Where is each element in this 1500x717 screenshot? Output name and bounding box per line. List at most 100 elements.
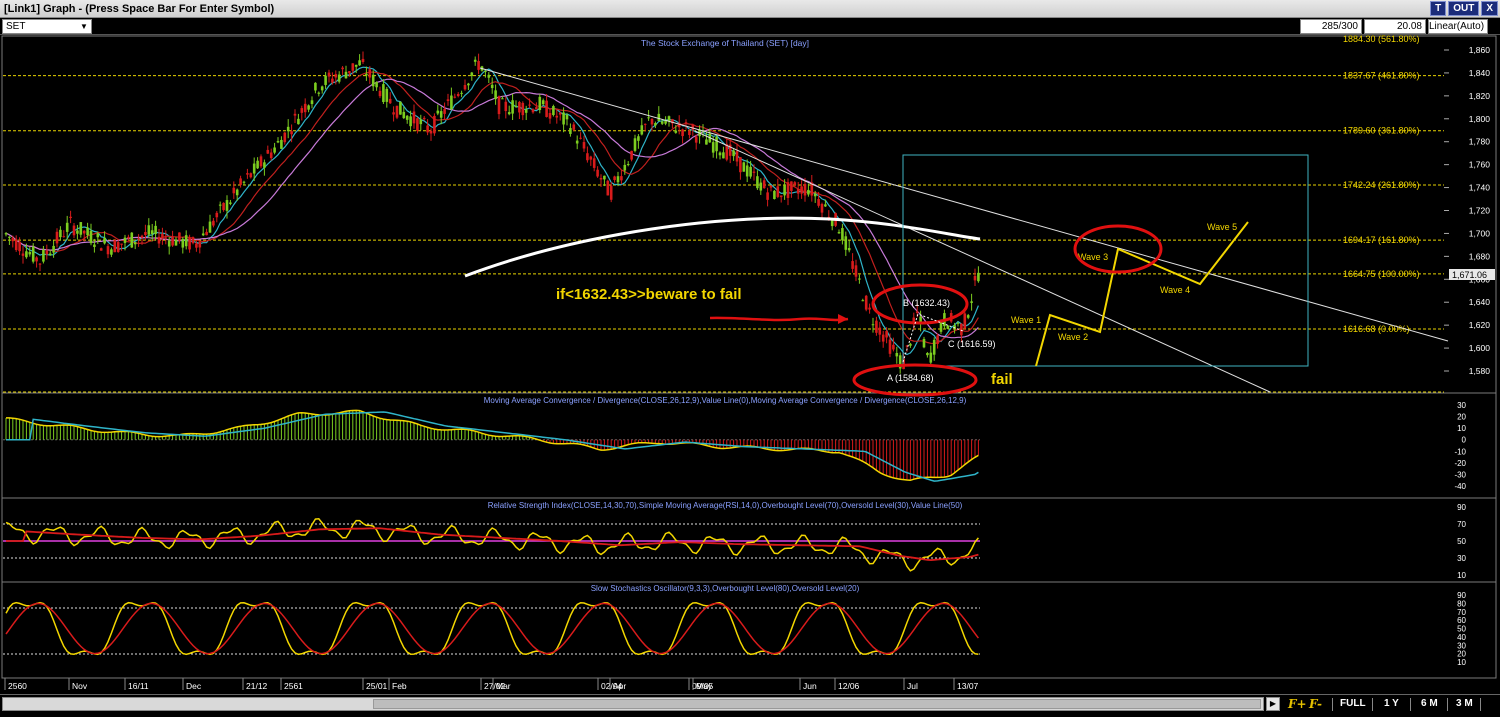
candle-body [521, 102, 525, 116]
last-price-value: 1,671.06 [1452, 270, 1487, 280]
main-y-tick-label: 1,680 [1469, 251, 1491, 261]
candle-body [310, 100, 314, 104]
candle-body [541, 100, 545, 105]
fib-label: 1837.67 (461.80%) [1343, 71, 1420, 81]
candle-body [759, 182, 763, 191]
candle-body [399, 101, 402, 115]
candle-body [218, 204, 222, 206]
candle-body [609, 185, 613, 200]
candle-body [824, 204, 827, 207]
rsi-y-tick-label: 30 [1457, 554, 1466, 563]
window-title: [Link1] Graph - (Press Space Bar For Ent… [4, 3, 275, 15]
scroll-right-icon[interactable]: ▶ [1266, 697, 1280, 711]
candle-body [388, 98, 392, 104]
candle-body [793, 182, 797, 186]
symbol-value: SET [6, 21, 26, 32]
point-c-label: C (1616.59) [948, 339, 996, 349]
main-y-tick-label: 1,840 [1469, 68, 1491, 78]
candle-body [732, 150, 735, 157]
range-3m-button[interactable]: 3 M [1456, 698, 1473, 712]
candle-body [290, 131, 293, 135]
zoom-out-button[interactable]: F- [1309, 697, 1322, 712]
candle-body [116, 242, 120, 252]
x-axis-label: 16/11 [128, 681, 149, 691]
candle-body [11, 237, 15, 242]
candle-body [841, 228, 844, 241]
range-full-button[interactable]: FULL [1340, 698, 1366, 712]
macd-y-tick-label: 30 [1457, 401, 1466, 410]
candle-body [140, 235, 144, 238]
candle-body [606, 180, 610, 196]
candle-body [76, 230, 79, 234]
candle-body [766, 192, 769, 200]
candle-body [317, 92, 321, 94]
horizontal-scrollbar[interactable] [2, 697, 1264, 711]
main-y-tick-label: 1,780 [1469, 137, 1491, 147]
candle-body [130, 232, 134, 248]
x-axis-label: Mar [496, 681, 511, 691]
candle-body [589, 156, 593, 160]
symbol-input[interactable]: SET ▼ [2, 19, 92, 34]
candle-body [813, 193, 817, 197]
range-1y-button[interactable]: 1 Y [1384, 698, 1399, 712]
macd-y-tick-label: -40 [1454, 482, 1466, 491]
fib-label: 1664.75 (100.00%) [1343, 269, 1420, 279]
candle-body [167, 240, 171, 247]
candle-body [266, 149, 270, 154]
candle-body [725, 144, 729, 160]
candle-body [524, 109, 528, 113]
candle-body [106, 246, 110, 255]
candle-body [96, 233, 100, 238]
candle-body [62, 236, 66, 238]
tile-button[interactable]: T [1430, 1, 1447, 16]
candle-body [14, 239, 18, 250]
candle-body [630, 150, 633, 160]
candle-body [467, 83, 470, 86]
candle-body [762, 180, 766, 189]
chevron-down-icon[interactable]: ▼ [80, 21, 90, 32]
candle-body [871, 324, 875, 326]
candle-body [565, 114, 569, 120]
candle-body [715, 136, 718, 152]
range-6m-button[interactable]: 6 M [1421, 698, 1438, 712]
candle-body [137, 238, 140, 240]
candle-body [327, 72, 331, 77]
candle-body [470, 72, 474, 76]
candle-body [484, 71, 487, 73]
main-y-tick-label: 1,740 [1469, 183, 1491, 193]
moving-average-line [5, 78, 979, 339]
candle-body [446, 99, 450, 101]
candle-body [320, 86, 324, 91]
main-y-tick-label: 1,860 [1469, 45, 1491, 55]
candle-body [184, 235, 188, 247]
scale-select[interactable]: Linear(Auto) [1428, 19, 1488, 34]
annotation-fail: fail [991, 371, 1013, 388]
candle-body [555, 115, 559, 118]
bottom-bar: ▶ F+ F- FULL 1 Y 6 M 3 M [0, 694, 1500, 717]
candle-body [572, 124, 576, 130]
stoch-y-axis: 908070605040302010 [1457, 591, 1466, 667]
rsi-y-axis: 90 70 50 30 10 [1457, 503, 1466, 580]
candle-body [558, 112, 562, 115]
candle-body [851, 261, 854, 269]
candle-body [569, 128, 572, 134]
candle-body [538, 96, 542, 111]
stoch-y-tick-label: 10 [1457, 658, 1466, 667]
candle-body [643, 123, 647, 125]
scrollbar-thumb[interactable] [373, 699, 1261, 709]
candle-body [72, 225, 76, 236]
macd-y-tick-label: 0 [1462, 436, 1467, 445]
rsi-panel-frame [1, 497, 1497, 583]
candle-body [222, 202, 225, 211]
candle-body [932, 339, 936, 355]
undock-button[interactable]: OUT [1448, 1, 1480, 16]
zoom-in-button[interactable]: F+ [1288, 697, 1307, 712]
chart-canvas[interactable]: The Stock Exchange of Thailand (SET) [da… [0, 35, 1500, 694]
candle-body [416, 118, 419, 131]
candle-body [358, 60, 361, 66]
close-button[interactable]: X [1481, 1, 1498, 16]
candle-body [35, 257, 38, 262]
candle-body [858, 278, 861, 280]
candle-body [405, 115, 409, 120]
candle-body [392, 112, 395, 115]
